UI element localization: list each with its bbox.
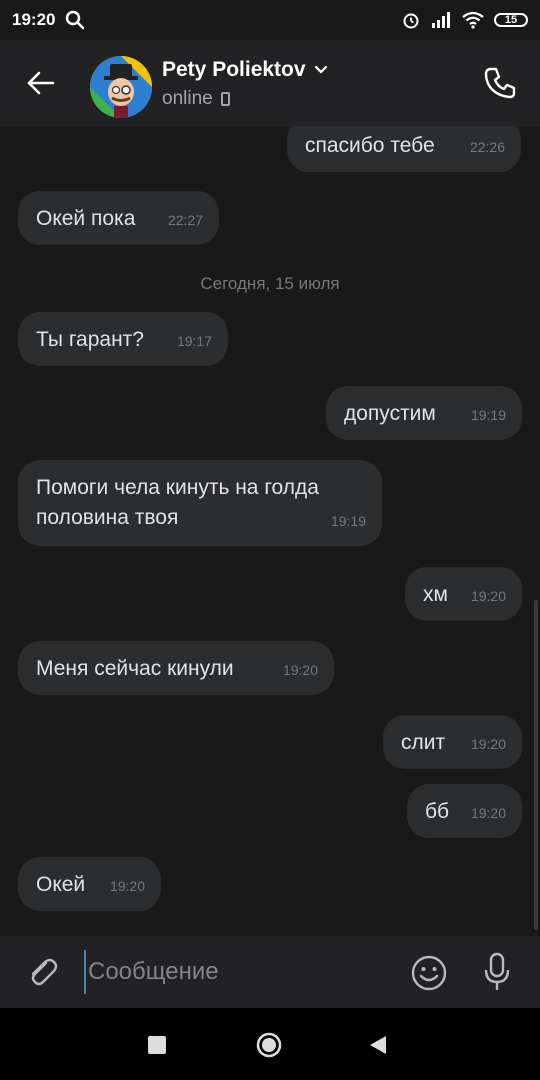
- microphone-icon[interactable]: [482, 952, 512, 992]
- message-time: 19:17: [176, 333, 212, 349]
- home-icon[interactable]: [256, 1032, 282, 1058]
- battery-level: 15: [504, 14, 518, 26]
- alarm-icon: [403, 13, 419, 29]
- message-bubble[interactable]: Помоги чела кинуть на голда половина тво…: [18, 460, 382, 546]
- chevron-down-icon: [314, 65, 327, 74]
- phone-call-icon[interactable]: [482, 65, 518, 101]
- message-text: Окей пока: [36, 207, 136, 230]
- message-bubble[interactable]: бб 19:20: [407, 784, 522, 838]
- message-bubble[interactable]: хм 19:20: [405, 567, 522, 621]
- message-time: 22:26: [469, 139, 505, 155]
- emoji-icon[interactable]: [410, 954, 448, 992]
- back-arrow-icon[interactable]: [26, 68, 56, 98]
- message-bubble[interactable]: спасибо тебе 22:26: [287, 126, 521, 172]
- message-time: 19:20: [282, 662, 318, 678]
- message-time: 19:19: [470, 407, 506, 423]
- battery-icon: 15: [494, 13, 528, 27]
- message-bubble[interactable]: Окей 19:20: [18, 857, 161, 911]
- status-bar: 19:20 15: [0, 0, 540, 40]
- message-bubble[interactable]: Меня сейчас кинули 19:20: [18, 641, 334, 695]
- message-text: Окей: [36, 873, 86, 896]
- message-bubble[interactable]: Окей пока 22:27: [18, 191, 219, 245]
- contact-name: Pety Poliektov: [162, 58, 306, 81]
- message-time: 19:20: [109, 878, 145, 894]
- message-input[interactable]: Сообщение: [84, 950, 384, 994]
- message-text: спасибо тебе: [305, 134, 435, 157]
- system-navigation-bar: [0, 1008, 540, 1080]
- message-text: слит: [401, 731, 446, 754]
- message-text: Ты гарант?: [36, 328, 144, 351]
- message-bubble[interactable]: допустим 19:19: [326, 386, 522, 440]
- search-icon: [66, 10, 85, 30]
- message-time: 19:20: [470, 736, 506, 752]
- message-bubble[interactable]: Ты гарант? 19:17: [18, 312, 228, 366]
- scrollbar[interactable]: [534, 600, 538, 930]
- phone-device-icon: [220, 92, 230, 106]
- contact-info[interactable]: Pety Poliektov online: [162, 58, 328, 110]
- message-list[interactable]: спасибо тебе 22:26 Окей пока 22:27 Сегод…: [0, 126, 540, 936]
- chat-header: Pety Poliektov online: [0, 40, 540, 126]
- message-time: 19:20: [470, 805, 506, 821]
- status-time: 19:20: [12, 10, 56, 29]
- avatar[interactable]: [90, 56, 152, 118]
- message-time: 19:19: [330, 513, 366, 529]
- message-text-line: половина твоя: [36, 506, 179, 529]
- signal-icon: [432, 12, 450, 28]
- contact-status: online: [162, 88, 213, 109]
- wifi-icon: [462, 11, 484, 29]
- message-text: допустим: [344, 402, 436, 425]
- message-text: бб: [425, 800, 450, 823]
- message-bubble[interactable]: слит 19:20: [383, 715, 522, 769]
- message-text: Меня сейчас кинули: [36, 657, 234, 680]
- paperclip-icon[interactable]: [24, 954, 60, 990]
- message-text: хм: [423, 583, 448, 606]
- back-triangle-icon[interactable]: [368, 1034, 388, 1056]
- message-text-line: Помоги чела кинуть на голда: [36, 476, 319, 499]
- message-composer: Сообщение: [0, 936, 540, 1008]
- date-separator: Сегодня, 15 июля: [200, 274, 340, 293]
- recent-apps-icon[interactable]: [148, 1036, 166, 1054]
- message-time: 22:27: [167, 212, 203, 228]
- message-time: 19:20: [470, 588, 506, 604]
